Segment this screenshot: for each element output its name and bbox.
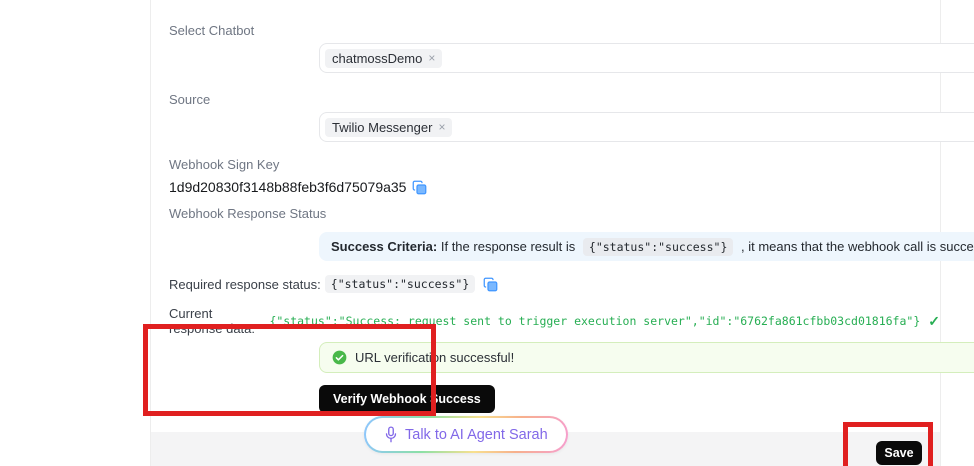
current-response-row: Current response data: {"status":"Succes… — [169, 306, 940, 336]
required-response-row: Required response status: {"status":"suc… — [169, 275, 498, 293]
check-icon: ✓ — [928, 313, 940, 330]
save-button[interactable]: Save — [876, 441, 922, 465]
verify-webhook-button[interactable]: Verify Webhook Success — [319, 385, 495, 413]
select-chatbot-input[interactable]: chatmossDemo × — [319, 43, 974, 73]
success-criteria-bold: Success Criteria: — [331, 239, 437, 254]
webhook-response-status-label: Webhook Response Status — [169, 206, 326, 221]
select-chatbot-label: Select Chatbot — [169, 23, 254, 38]
success-criteria-infobox: Success Criteria: If the response result… — [319, 232, 974, 261]
copy-icon[interactable] — [412, 180, 427, 195]
form-panel: Select Chatbot chatmossDemo × Source Twi… — [150, 0, 941, 466]
chatbot-tag-label: chatmossDemo — [332, 51, 422, 66]
source-label: Source — [169, 92, 210, 107]
source-input[interactable]: Twilio Messenger × — [319, 112, 974, 142]
success-criteria-pre: If the response result is — [441, 239, 575, 254]
success-criteria-post: , it means that the webhook call is succ… — [741, 239, 974, 254]
source-tag-label: Twilio Messenger — [332, 120, 432, 135]
check-circle-icon — [332, 350, 347, 365]
current-response-label: Current response data: — [169, 306, 263, 336]
source-tag: Twilio Messenger × — [325, 118, 452, 137]
url-verification-alert: URL verification successful! — [319, 342, 974, 373]
ai-agent-button-inner: Talk to AI Agent Sarah — [366, 418, 566, 451]
url-verification-text: URL verification successful! — [355, 350, 514, 365]
success-criteria-code: {"status":"success"} — [583, 238, 733, 256]
remove-source-tag-icon[interactable]: × — [438, 121, 445, 133]
ai-agent-button[interactable]: Talk to AI Agent Sarah — [364, 416, 568, 453]
current-response-value: {"status":"Success: request sent to trig… — [269, 314, 920, 328]
microphone-icon — [384, 426, 398, 444]
webhook-sign-key-row: 1d9d20830f3148b88feb3f6d75079a35 — [169, 179, 427, 195]
remove-chatbot-tag-icon[interactable]: × — [428, 52, 435, 64]
webhook-sign-key-value: 1d9d20830f3148b88feb3f6d75079a35 — [169, 179, 406, 195]
webhook-settings-page: Select Chatbot chatmossDemo × Source Twi… — [0, 0, 974, 466]
required-response-label: Required response status: — [169, 277, 321, 292]
copy-icon[interactable] — [483, 277, 498, 292]
required-response-code: {"status":"success"} — [325, 275, 475, 293]
ai-agent-button-label: Talk to AI Agent Sarah — [405, 427, 548, 443]
webhook-sign-key-label: Webhook Sign Key — [169, 157, 279, 172]
chatbot-tag: chatmossDemo × — [325, 49, 442, 68]
